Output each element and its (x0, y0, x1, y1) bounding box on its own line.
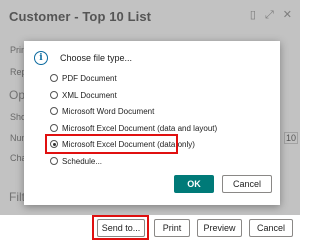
option-word-document[interactable]: Microsoft Word Document (50, 105, 154, 117)
send-to-highlight (92, 215, 149, 240)
option-label: Schedule... (62, 156, 103, 166)
footer-bar: Send to... Print Preview Cancel (0, 215, 300, 247)
option-label: Microsoft Word Document (62, 106, 155, 116)
option-label: XML Document (62, 90, 117, 100)
selected-option-highlight (45, 134, 178, 154)
option-schedule[interactable]: Schedule... (50, 155, 102, 167)
option-pdf-document[interactable]: PDF Document (50, 72, 117, 84)
preview-button[interactable]: Preview (197, 219, 242, 237)
radio-button[interactable] (50, 157, 58, 165)
option-label: PDF Document (62, 73, 117, 83)
dialog-heading: Choose file type... (60, 53, 133, 63)
option-excel-data-and-layout[interactable]: Microsoft Excel Document (data and layou… (50, 122, 217, 134)
radio-button[interactable] (50, 74, 58, 82)
ok-button[interactable]: OK (174, 175, 214, 193)
info-icon: i (34, 51, 48, 65)
option-xml-document[interactable]: XML Document (50, 89, 117, 101)
cancel-report-button[interactable]: Cancel (249, 219, 293, 237)
radio-button[interactable] (50, 91, 58, 99)
radio-button[interactable] (50, 107, 58, 115)
cancel-button[interactable]: Cancel (222, 175, 272, 193)
option-label: Microsoft Excel Document (data and layou… (62, 123, 218, 133)
radio-button[interactable] (50, 124, 58, 132)
print-button[interactable]: Print (154, 219, 190, 237)
